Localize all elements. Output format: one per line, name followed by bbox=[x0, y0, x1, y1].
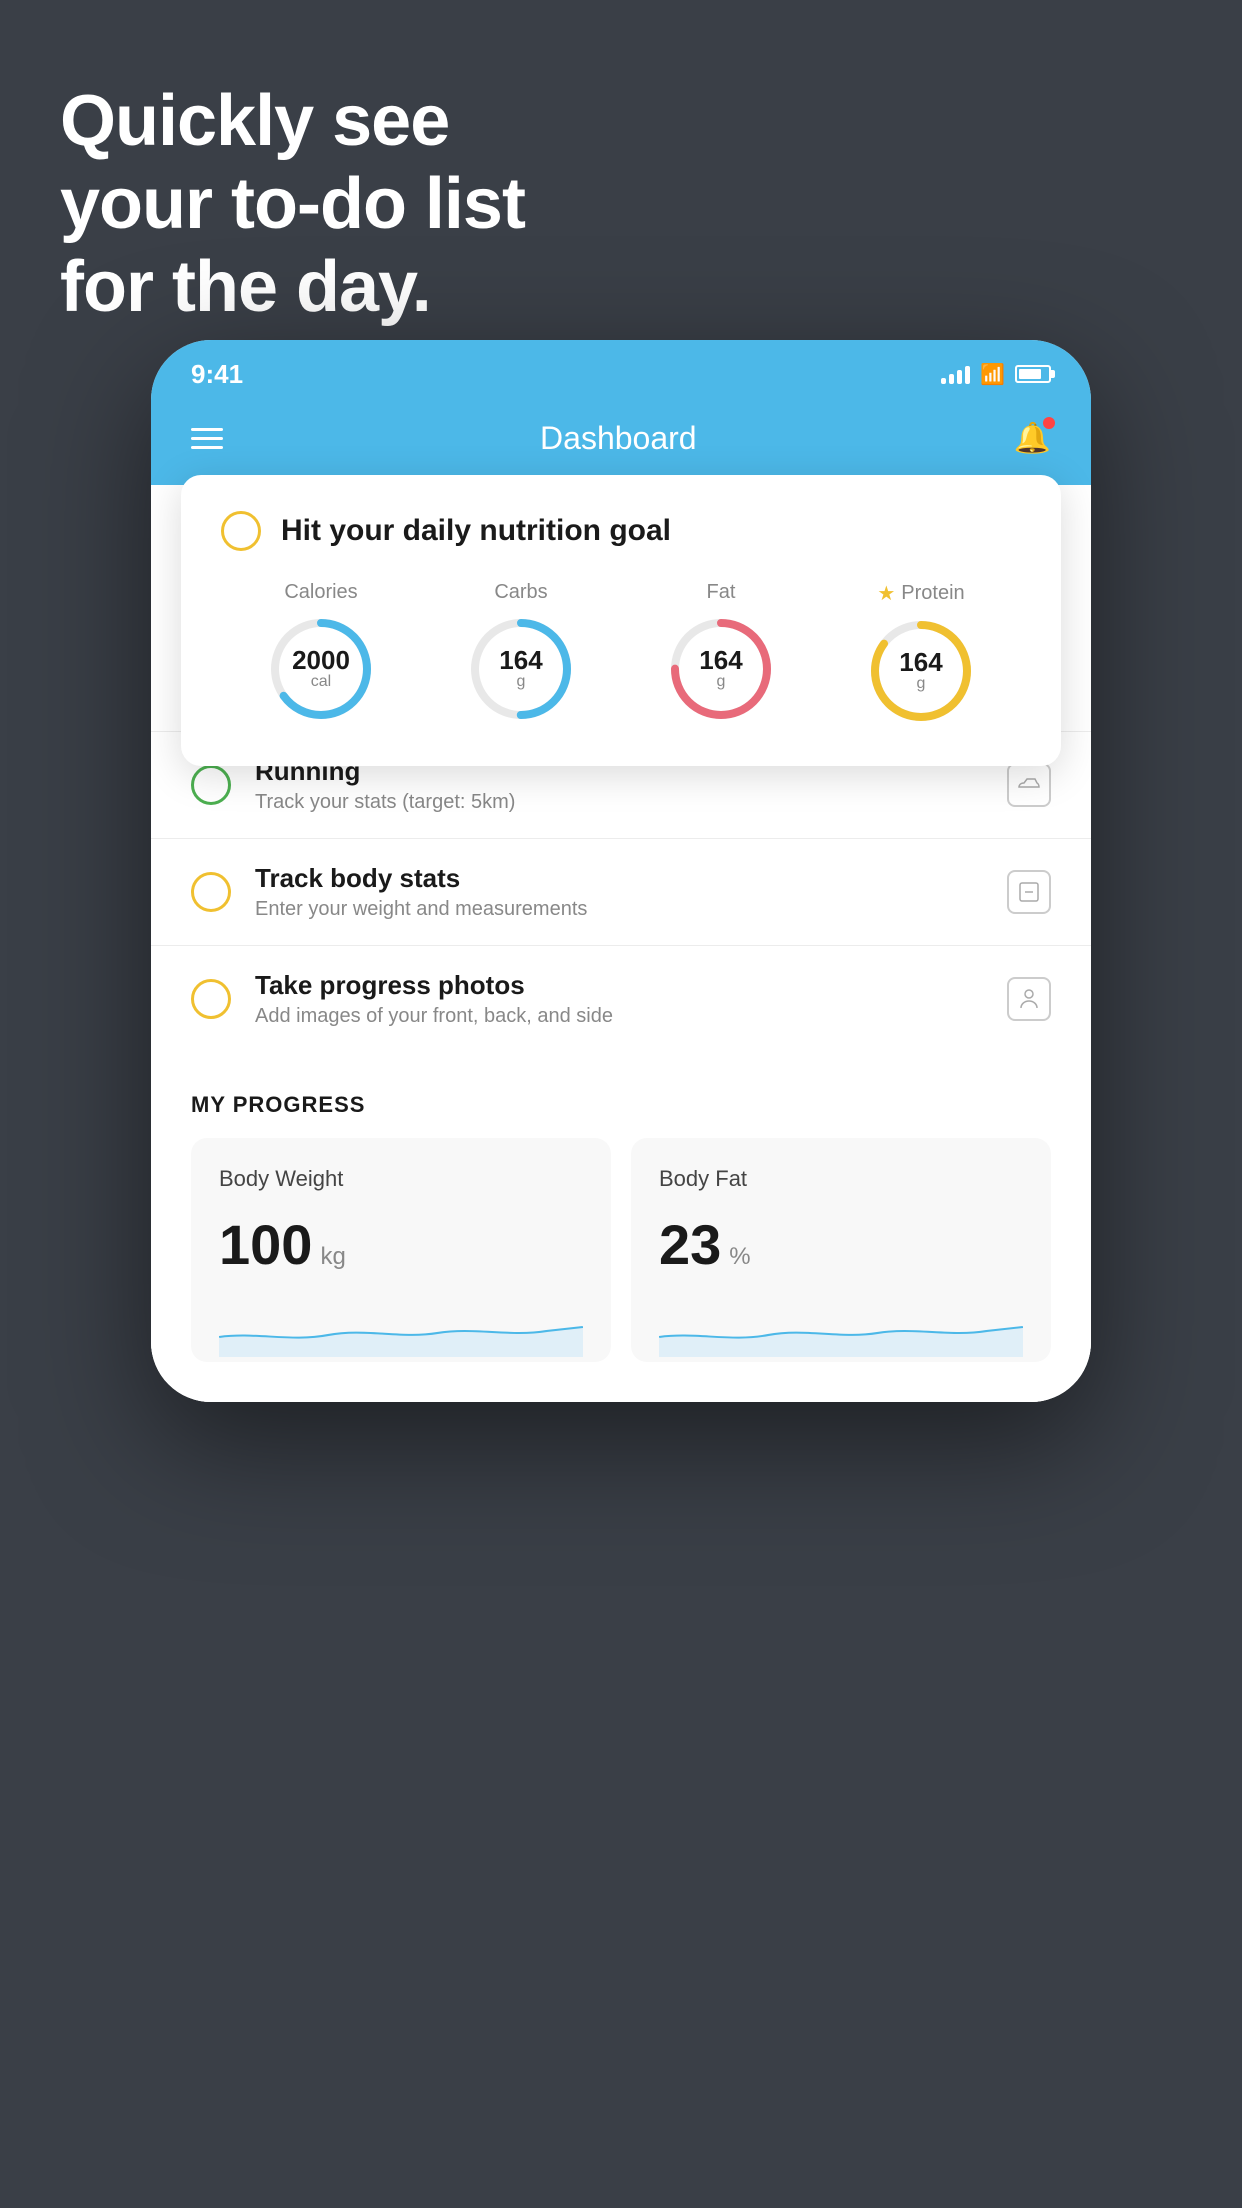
nutrition-label: Calories bbox=[284, 581, 357, 604]
progress-value-row: 23 % bbox=[659, 1212, 1023, 1277]
nutrition-item-protein: ★Protein 164 g bbox=[866, 581, 976, 726]
todo-item[interactable]: Track body stats Enter your weight and m… bbox=[151, 838, 1091, 945]
hero-line3: for the day. bbox=[60, 246, 525, 329]
progress-value-row: 100 kg bbox=[219, 1212, 583, 1277]
hero-line1: Quickly see bbox=[60, 80, 525, 163]
nutrition-card: Hit your daily nutrition goal Calories 2… bbox=[181, 475, 1061, 766]
nutrition-item-fat: Fat 164 g bbox=[666, 581, 776, 724]
nutrition-ring: 164 g bbox=[466, 614, 576, 724]
card-title-row: Hit your daily nutrition goal bbox=[221, 511, 1021, 551]
todo-checkbox[interactable] bbox=[191, 872, 231, 912]
ring-text: 164 g bbox=[699, 647, 742, 691]
todo-checkbox[interactable] bbox=[191, 765, 231, 805]
todo-subtitle: Track your stats (target: 5km) bbox=[255, 791, 983, 814]
status-icons: 📶 bbox=[941, 362, 1051, 387]
todo-list: Running Track your stats (target: 5km) T… bbox=[151, 731, 1091, 1052]
progress-card-title: Body Weight bbox=[219, 1166, 583, 1192]
todo-info: Take progress photos Add images of your … bbox=[255, 970, 983, 1028]
ring-text: 164 g bbox=[899, 649, 942, 693]
progress-unit: % bbox=[729, 1243, 750, 1271]
content-area: THINGS TO DO TODAY Hit your daily nutrit… bbox=[151, 485, 1091, 1402]
battery-icon bbox=[1015, 365, 1051, 383]
progress-card[interactable]: Body Weight 100 kg bbox=[191, 1138, 611, 1362]
nutrition-card-title: Hit your daily nutrition goal bbox=[281, 514, 671, 548]
progress-cards: Body Weight 100 kg Body Fat 23 % bbox=[151, 1138, 1091, 1402]
todo-action-icon bbox=[1007, 870, 1051, 914]
progress-card[interactable]: Body Fat 23 % bbox=[631, 1138, 1051, 1362]
todo-title: Track body stats bbox=[255, 863, 983, 894]
progress-value: 23 bbox=[659, 1212, 721, 1277]
star-icon: ★ bbox=[877, 581, 895, 606]
hero-line2: your to-do list bbox=[60, 163, 525, 246]
phone-wrapper: 9:41 📶 Dashboard 🔔 bbox=[151, 340, 1091, 1402]
progress-value: 100 bbox=[219, 1212, 312, 1277]
nutrition-ring: 2000 cal bbox=[266, 614, 376, 724]
wifi-icon: 📶 bbox=[980, 362, 1005, 387]
status-time: 9:41 bbox=[191, 359, 243, 390]
menu-button[interactable] bbox=[191, 428, 223, 449]
nutrition-ring: 164 g bbox=[866, 616, 976, 726]
nutrition-item-calories: Calories 2000 cal bbox=[266, 581, 376, 724]
todo-action-icon bbox=[1007, 763, 1051, 807]
signal-icon bbox=[941, 364, 970, 384]
progress-unit: kg bbox=[320, 1243, 345, 1271]
todo-item[interactable]: Take progress photos Add images of your … bbox=[151, 945, 1091, 1052]
ring-text: 2000 cal bbox=[292, 647, 350, 691]
todo-subtitle: Add images of your front, back, and side bbox=[255, 1005, 983, 1028]
progress-section: MY PROGRESS Body Weight 100 kg Body Fat … bbox=[151, 1052, 1091, 1402]
nutrition-item-carbs: Carbs 164 g bbox=[466, 581, 576, 724]
todo-title: Take progress photos bbox=[255, 970, 983, 1001]
notification-badge bbox=[1043, 417, 1055, 429]
nutrition-checkbox[interactable] bbox=[221, 511, 261, 551]
nutrition-grid: Calories 2000 cal Carbs 164 g bbox=[221, 581, 1021, 726]
nutrition-label: Carbs bbox=[494, 581, 547, 604]
progress-header: MY PROGRESS bbox=[151, 1092, 1091, 1138]
notification-button[interactable]: 🔔 bbox=[1014, 421, 1051, 456]
nutrition-label: Fat bbox=[707, 581, 736, 604]
phone-frame: 9:41 📶 Dashboard 🔔 bbox=[151, 340, 1091, 1402]
ring-text: 164 g bbox=[499, 647, 542, 691]
todo-info: Track body stats Enter your weight and m… bbox=[255, 863, 983, 921]
nutrition-ring: 164 g bbox=[666, 614, 776, 724]
nav-title: Dashboard bbox=[540, 420, 697, 457]
progress-card-title: Body Fat bbox=[659, 1166, 1023, 1192]
status-bar: 9:41 📶 bbox=[151, 340, 1091, 400]
todo-subtitle: Enter your weight and measurements bbox=[255, 898, 983, 921]
nav-bar: Dashboard 🔔 bbox=[151, 400, 1091, 485]
hero-text: Quickly see your to-do list for the day. bbox=[60, 80, 525, 328]
todo-action-icon bbox=[1007, 977, 1051, 1021]
nutrition-label: ★Protein bbox=[877, 581, 964, 606]
todo-checkbox[interactable] bbox=[191, 979, 231, 1019]
